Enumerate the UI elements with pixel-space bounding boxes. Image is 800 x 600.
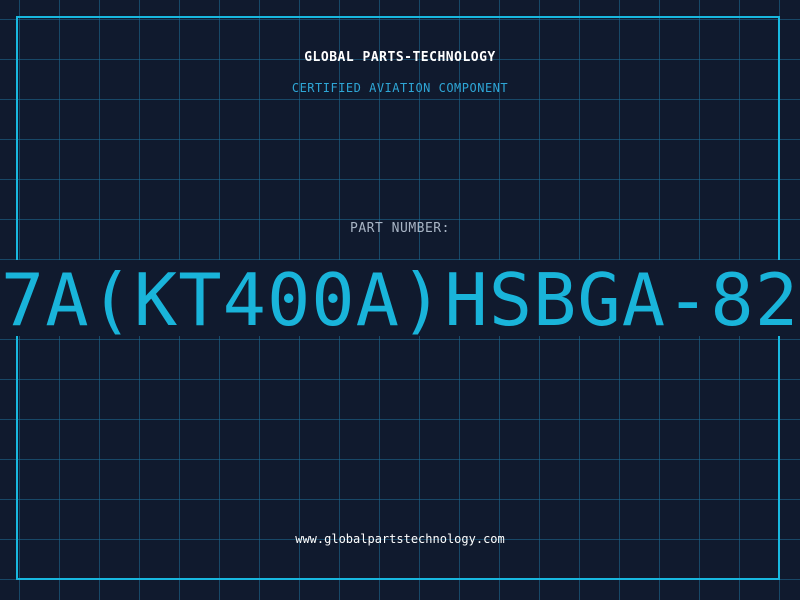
website-url: www.globalpartstechnology.com [295,532,505,546]
part-number-value: 7A(KT400A)HSBGA-82 [0,260,800,336]
certification-subtitle: CERTIFIED AVIATION COMPONENT [291,81,509,95]
company-name: GLOBAL PARTS-TECHNOLOGY [304,50,496,65]
part-card: GLOBAL PARTS-TECHNOLOGY CERTIFIED AVIATI… [0,0,800,600]
part-number-label: PART NUMBER: [350,221,450,236]
part-number-band: 7A(KT400A)HSBGA-82 [0,260,800,336]
